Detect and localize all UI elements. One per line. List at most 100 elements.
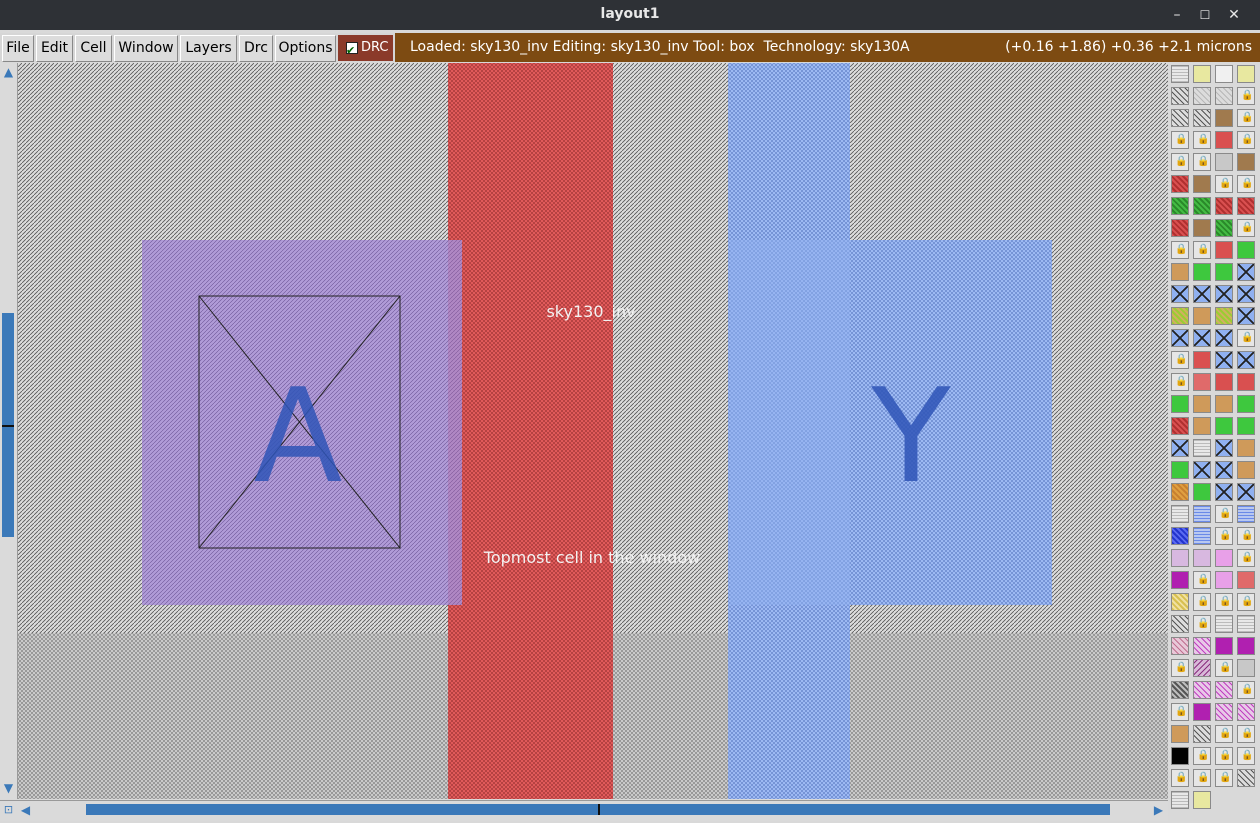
layer-swatch[interactable] (1193, 285, 1211, 303)
menu-options[interactable]: Options (275, 35, 336, 62)
layer-swatch[interactable] (1171, 329, 1189, 347)
layer-lock-swatch[interactable]: 🔒 (1237, 681, 1255, 699)
vertical-scroll-thumb[interactable] (2, 313, 14, 537)
layer-swatch[interactable] (1215, 417, 1233, 435)
layer-lock-swatch[interactable]: 🔒 (1215, 593, 1233, 611)
layer-swatch[interactable] (1193, 461, 1211, 479)
layer-swatch[interactable] (1215, 329, 1233, 347)
layer-swatch[interactable] (1215, 615, 1233, 633)
layer-lock-swatch[interactable]: 🔒 (1193, 615, 1211, 633)
layer-swatch[interactable] (1171, 725, 1189, 743)
layer-swatch[interactable] (1237, 285, 1255, 303)
layer-lock-swatch[interactable]: 🔒 (1237, 219, 1255, 237)
layer-lock-swatch[interactable]: 🔒 (1237, 593, 1255, 611)
layer-lock-swatch[interactable]: 🔒 (1171, 659, 1189, 677)
layer-lock-swatch[interactable]: 🔒 (1215, 725, 1233, 743)
layer-swatch[interactable] (1215, 637, 1233, 655)
layer-swatch[interactable] (1215, 153, 1233, 171)
layer-lock-swatch[interactable]: 🔒 (1215, 747, 1233, 765)
layer-lock-swatch[interactable]: 🔒 (1237, 329, 1255, 347)
layer-swatch[interactable] (1171, 307, 1189, 325)
layout-drawing[interactable]: A Y sky130_inv Topmost cell in the windo… (18, 63, 1168, 799)
layer-swatch[interactable] (1215, 307, 1233, 325)
layer-lock-swatch[interactable]: 🔒 (1215, 527, 1233, 545)
layer-lock-swatch[interactable]: 🔒 (1171, 153, 1189, 171)
layer-swatch[interactable] (1215, 439, 1233, 457)
layer-palette[interactable]: 🔒 🔒 🔒 🔒 🔒 🔒 🔒 🔒 🔒 🔒 🔒 🔒 🔒 🔒 🔒 🔒 🔒 🔒 🔒 🔒 🔒 🔒 🔒 🔒 🔒 🔒 🔒 🔒 🔒 🔒 🔒 🔒 🔒 🔒 🔒 🔒 (1168, 63, 1260, 821)
layer-swatch[interactable] (1215, 395, 1233, 413)
layer-lock-swatch[interactable]: 🔒 (1171, 351, 1189, 369)
layer-swatch[interactable] (1193, 263, 1211, 281)
layer-swatch[interactable] (1215, 571, 1233, 589)
layer-lock-swatch[interactable]: 🔒 (1171, 241, 1189, 259)
layer-swatch[interactable] (1215, 87, 1233, 105)
maximize-icon[interactable]: ☐ (1195, 5, 1215, 25)
layer-lock-swatch[interactable]: 🔒 (1237, 725, 1255, 743)
layer-lock-swatch[interactable]: 🔒 (1237, 131, 1255, 149)
layer-swatch[interactable] (1237, 153, 1255, 171)
scroll-left-arrow-icon[interactable]: ◀ (18, 803, 33, 817)
layer-swatch[interactable] (1237, 373, 1255, 391)
layer-swatch[interactable] (1237, 637, 1255, 655)
scroll-right-arrow-icon[interactable]: ▶ (1151, 803, 1166, 817)
layer-swatch[interactable] (1171, 175, 1189, 193)
layer-lock-swatch[interactable]: 🔒 (1171, 703, 1189, 721)
layer-swatch[interactable] (1193, 109, 1211, 127)
layer-swatch[interactable] (1237, 417, 1255, 435)
layer-lock-swatch[interactable]: 🔒 (1215, 175, 1233, 193)
layer-swatch[interactable] (1171, 615, 1189, 633)
layer-swatch[interactable] (1171, 417, 1189, 435)
layer-swatch[interactable] (1237, 439, 1255, 457)
layer-swatch[interactable] (1215, 461, 1233, 479)
horizontal-scroll-thumb[interactable] (86, 804, 1110, 815)
layer-swatch[interactable] (1171, 527, 1189, 545)
layer-swatch[interactable] (1237, 395, 1255, 413)
layer-swatch[interactable] (1215, 549, 1233, 567)
layer-lock-swatch[interactable]: 🔒 (1215, 659, 1233, 677)
layer-swatch[interactable] (1171, 395, 1189, 413)
layer-swatch[interactable] (1171, 549, 1189, 567)
layer-swatch[interactable] (1237, 461, 1255, 479)
layer-swatch[interactable] (1193, 703, 1211, 721)
layer-swatch[interactable] (1237, 483, 1255, 501)
scroll-down-arrow-icon[interactable]: ▼ (1, 781, 16, 795)
layer-swatch[interactable] (1215, 681, 1233, 699)
layer-lock-swatch[interactable]: 🔒 (1193, 593, 1211, 611)
layer-swatch[interactable] (1215, 373, 1233, 391)
layer-swatch[interactable] (1171, 197, 1189, 215)
layer-swatch[interactable] (1193, 395, 1211, 413)
layer-swatch[interactable] (1193, 505, 1211, 523)
layer-swatch[interactable] (1171, 65, 1189, 83)
layer-swatch[interactable] (1193, 439, 1211, 457)
layer-swatch[interactable] (1171, 571, 1189, 589)
layer-swatch[interactable] (1215, 241, 1233, 259)
layer-lock-swatch[interactable]: 🔒 (1237, 87, 1255, 105)
layer-swatch[interactable] (1215, 197, 1233, 215)
layer-swatch[interactable] (1193, 527, 1211, 545)
layer-lock-swatch[interactable]: 🔒 (1237, 549, 1255, 567)
layer-swatch[interactable] (1193, 307, 1211, 325)
layer-swatch[interactable] (1193, 681, 1211, 699)
layer-lock-swatch[interactable]: 🔒 (1237, 109, 1255, 127)
layer-swatch[interactable] (1215, 65, 1233, 83)
horizontal-scrollbar[interactable]: ⊡ ◀ ▶ (0, 800, 1168, 821)
menu-file[interactable]: File (2, 35, 34, 62)
layer-swatch[interactable] (1237, 241, 1255, 259)
layer-swatch[interactable] (1171, 109, 1189, 127)
layer-lock-swatch[interactable]: 🔒 (1193, 153, 1211, 171)
layer-swatch[interactable] (1215, 109, 1233, 127)
layer-swatch[interactable] (1171, 791, 1189, 809)
layer-swatch[interactable] (1171, 637, 1189, 655)
layer-swatch[interactable] (1237, 769, 1255, 787)
layer-swatch[interactable] (1193, 659, 1211, 677)
layer-swatch[interactable] (1171, 593, 1189, 611)
layer-swatch[interactable] (1237, 263, 1255, 281)
layer-swatch[interactable] (1193, 483, 1211, 501)
layer-swatch[interactable] (1215, 483, 1233, 501)
layer-swatch[interactable] (1237, 197, 1255, 215)
layer-swatch[interactable] (1193, 373, 1211, 391)
layer-swatch[interactable] (1237, 703, 1255, 721)
layer-swatch[interactable] (1215, 703, 1233, 721)
layer-swatch[interactable] (1171, 505, 1189, 523)
drc-checkbox[interactable]: ✔ (346, 42, 358, 57)
